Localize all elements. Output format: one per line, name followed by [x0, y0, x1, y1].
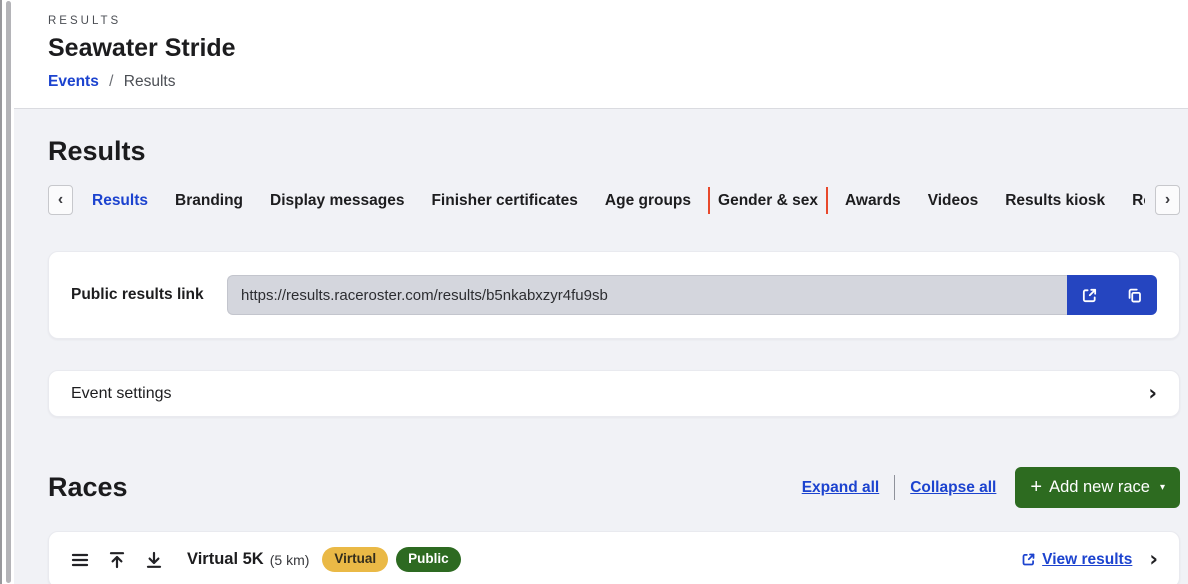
- plus-icon: +: [1030, 477, 1042, 497]
- results-tabbar: ‹ Results Branding Display messages Fini…: [48, 184, 1180, 230]
- tabs-scroll-right-button[interactable]: ›: [1155, 185, 1180, 215]
- race-row-right: View results ›: [1021, 549, 1158, 570]
- tab-awards[interactable]: Awards: [845, 187, 901, 214]
- view-results-label: View results: [1042, 551, 1132, 569]
- tab-gender-and-sex[interactable]: Gender & sex: [718, 187, 818, 214]
- public-results-url-group: [227, 275, 1157, 315]
- breadcrumb-current: Results: [124, 73, 176, 90]
- public-results-url-input[interactable]: [227, 275, 1067, 315]
- view-results-link[interactable]: View results: [1021, 551, 1132, 569]
- eyebrow-label: RESULTS: [48, 15, 1180, 27]
- tab-videos[interactable]: Videos: [928, 187, 979, 214]
- open-results-link-button[interactable]: [1067, 275, 1112, 315]
- page-header: RESULTS Seawater Stride Events / Results: [14, 0, 1188, 109]
- add-new-race-button[interactable]: + Add new race ▾: [1015, 467, 1180, 508]
- chevron-left-icon: ‹: [58, 192, 63, 208]
- page: RESULTS Seawater Stride Events / Results…: [14, 0, 1188, 584]
- move-to-top-icon[interactable]: [107, 550, 127, 570]
- virtual-badge: Virtual: [322, 547, 388, 572]
- tab-results-embed[interactable]: Results embed: [1132, 187, 1145, 214]
- public-results-link-card: Public results link: [48, 251, 1180, 339]
- public-results-link-label: Public results link: [71, 286, 227, 304]
- tab-results-kiosk[interactable]: Results kiosk: [1005, 187, 1105, 214]
- copy-results-link-button[interactable]: [1112, 275, 1157, 315]
- breadcrumb-separator: /: [109, 73, 113, 90]
- caret-down-icon: ▾: [1160, 482, 1165, 493]
- results-section-heading: Results: [48, 136, 1180, 167]
- race-badges: Virtual Public: [322, 547, 460, 572]
- race-row-icons: [70, 550, 164, 570]
- tabs-scroll-left-button[interactable]: ‹: [48, 185, 73, 215]
- breadcrumb-events-link[interactable]: Events: [48, 73, 99, 90]
- left-rail-edge: [0, 0, 2, 584]
- chevron-right-icon: ›: [1149, 549, 1158, 570]
- left-scrollbar[interactable]: [6, 1, 11, 583]
- tab-display-messages[interactable]: Display messages: [270, 187, 404, 214]
- tabs-list: Results Branding Display messages Finish…: [92, 187, 1145, 214]
- expand-all-link[interactable]: Expand all: [802, 479, 880, 497]
- races-header: Races Expand all Collapse all + Add new …: [48, 467, 1180, 508]
- event-settings-card[interactable]: Event settings ›: [48, 370, 1180, 417]
- public-badge: Public: [396, 547, 461, 572]
- chevron-right-icon: ›: [1165, 192, 1170, 208]
- copy-icon: [1126, 287, 1143, 304]
- tab-results[interactable]: Results: [92, 187, 148, 214]
- breadcrumb: Events / Results: [48, 73, 1180, 91]
- race-name: Virtual 5K: [187, 550, 264, 569]
- tab-branding[interactable]: Branding: [175, 187, 243, 214]
- tab-age-groups[interactable]: Age groups: [605, 187, 691, 214]
- add-new-race-label: Add new race: [1049, 478, 1150, 497]
- tab-finisher-certificates[interactable]: Finisher certificates: [431, 187, 577, 214]
- race-row: Virtual 5K (5 km) Virtual Public View re…: [48, 531, 1180, 584]
- chevron-right-icon: ›: [1148, 383, 1157, 404]
- race-distance: (5 km): [270, 552, 310, 568]
- event-settings-label: Event settings: [71, 385, 172, 403]
- page-title: Seawater Stride: [48, 34, 1180, 63]
- main-content: Results ‹ Results Branding Display messa…: [14, 109, 1188, 584]
- collapse-all-link[interactable]: Collapse all: [910, 479, 996, 497]
- external-link-icon: [1081, 287, 1098, 304]
- races-actions: Expand all Collapse all + Add new race ▾: [802, 467, 1180, 508]
- move-to-bottom-icon[interactable]: [144, 550, 164, 570]
- actions-divider: [894, 475, 895, 500]
- left-rail: [0, 0, 14, 584]
- external-link-icon: [1021, 552, 1036, 567]
- drag-handle-icon[interactable]: [70, 550, 90, 570]
- races-section-heading: Races: [48, 472, 802, 503]
